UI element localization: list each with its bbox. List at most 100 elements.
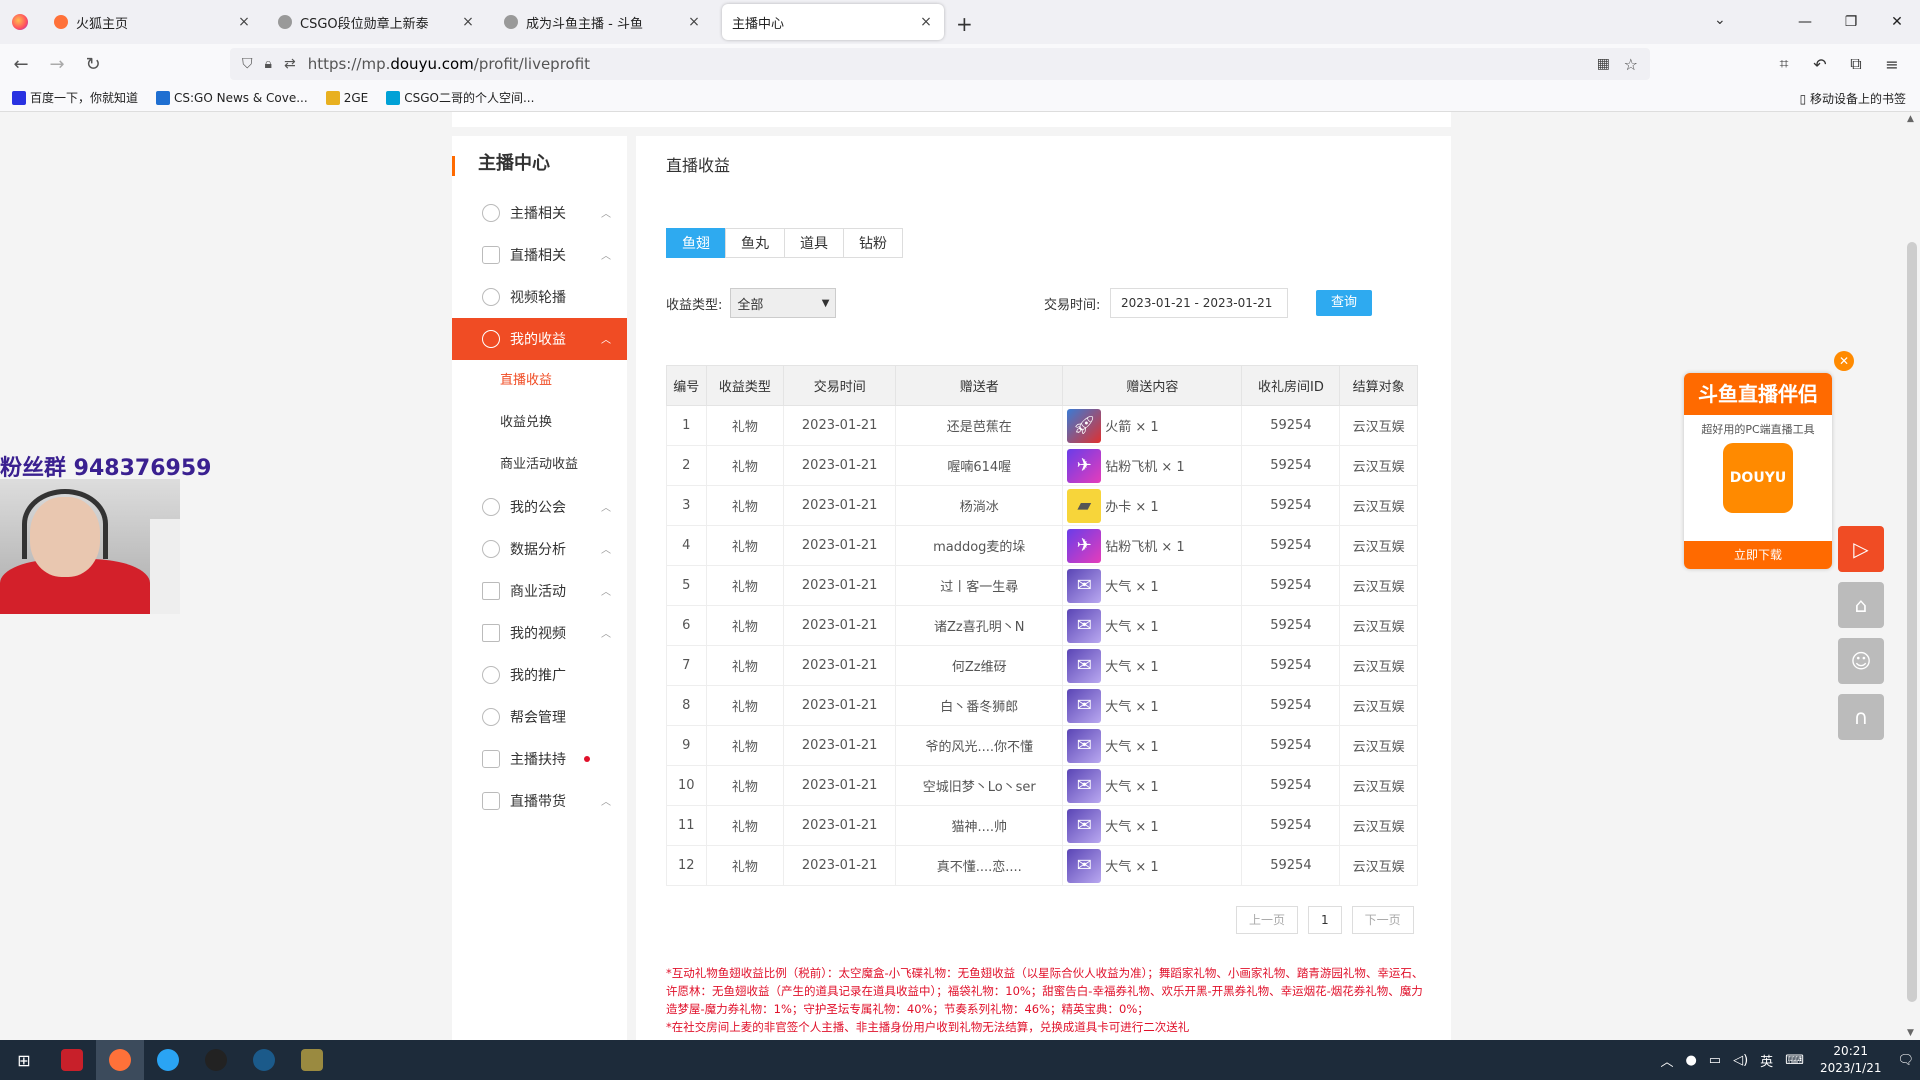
reload-icon[interactable]: ↻ xyxy=(78,54,108,75)
sidebar-item-clan[interactable]: 帮会管理 xyxy=(452,696,627,738)
notifications-icon[interactable]: 🗨︎ xyxy=(1897,1053,1914,1068)
tab-firefox-home[interactable]: 火狐主页 × xyxy=(44,4,262,40)
home-icon[interactable]: ⌂ xyxy=(1838,582,1884,628)
download-button[interactable]: 立即下载 xyxy=(1684,541,1832,569)
streaming-companion-ad[interactable]: 斗鱼直播伴侣 超好用的PC端直播工具 DOUYU 立即下载 xyxy=(1684,373,1832,569)
menu-icon[interactable]: ≡ xyxy=(1874,55,1910,74)
bilibili-icon xyxy=(386,90,401,105)
bookmark-baidu[interactable]: 百度一下，你就知道 xyxy=(12,89,138,106)
tab-yuchi[interactable]: 鱼翅 xyxy=(666,228,726,258)
scroll-thumb[interactable] xyxy=(1907,242,1917,1002)
scroll-up-icon[interactable]: ▲ xyxy=(1907,114,1914,124)
scroll-down-icon[interactable]: ▼ xyxy=(1907,1028,1914,1038)
sidebar-item-earnings[interactable]: 我的收益 ︿ xyxy=(452,318,627,360)
windows-start-icon[interactable]: ⊞ xyxy=(0,1040,48,1080)
network-icon[interactable]: ▭ xyxy=(1709,1053,1721,1068)
sidebar-item-analytics[interactable]: 数据分析 ︿ xyxy=(452,528,627,570)
tab-title: CSGO段位勋章上新泰 xyxy=(300,16,429,32)
sidebar-item-videos[interactable]: 我的视频 ︿ xyxy=(452,612,627,654)
undo-icon[interactable]: ↶ xyxy=(1802,55,1838,74)
new-tab-icon[interactable]: + xyxy=(956,12,973,36)
close-tab-icon[interactable]: × xyxy=(918,14,934,30)
robot-icon[interactable]: ☺ xyxy=(1838,638,1884,684)
mic-icon xyxy=(482,666,500,684)
date-range-input[interactable]: 2023-01-21 - 2023-01-21 xyxy=(1110,288,1288,318)
table-cell: ✉ 大气 × 1 xyxy=(1062,805,1243,846)
close-tab-icon[interactable]: × xyxy=(460,14,476,30)
headset-icon[interactable]: ∩ xyxy=(1838,694,1884,740)
tab-yuwan[interactable]: 鱼丸 xyxy=(725,228,785,258)
table-cell: ✉ 大气 × 1 xyxy=(1062,725,1243,766)
taskbar-clock[interactable]: 20:21 2023/1/21 xyxy=(1820,1043,1882,1077)
mobile-bookmarks[interactable]: ▯ 移动设备上的书签 xyxy=(1800,90,1906,107)
bookmark-2ge[interactable]: 2GE xyxy=(325,90,368,105)
permissions-icon[interactable]: ⇄ xyxy=(284,56,296,72)
forward-icon[interactable]: → xyxy=(42,54,72,75)
extensions-icon[interactable]: ⧉ xyxy=(1838,54,1874,74)
close-tab-icon[interactable]: × xyxy=(236,14,252,30)
back-icon[interactable]: ← xyxy=(6,54,36,75)
play-icon[interactable]: ▷ xyxy=(1838,526,1884,572)
firefox-taskbar-icon[interactable] xyxy=(96,1040,144,1080)
sidebar-item-promotion[interactable]: 我的推广 xyxy=(452,654,627,696)
bookmark-star-icon[interactable]: ☆ xyxy=(1624,55,1638,74)
table-cell: 2023-01-21 xyxy=(783,605,897,646)
sidebar-item-business[interactable]: 商业活动 ︿ xyxy=(452,570,627,612)
table-cell: 礼物 xyxy=(705,845,785,886)
keyboard-icon[interactable]: ⌨ xyxy=(1785,1053,1804,1068)
steam-icon[interactable] xyxy=(240,1040,288,1080)
close-tab-icon[interactable]: × xyxy=(686,14,702,30)
tab-list-chevron-icon[interactable]: ⌄ xyxy=(1714,12,1726,28)
table-cell: 白丶番冬狮郎 xyxy=(895,685,1064,726)
fan-group-overlay: 粉丝群 948376959 xyxy=(0,456,212,481)
sidebar-item-support[interactable]: 主播扶持 xyxy=(452,738,627,780)
sidebar-item-live[interactable]: 直播相关 ︿ xyxy=(452,234,627,276)
gift-name: 钻粉飞机 × 1 xyxy=(1105,460,1185,475)
tab-diamond-fans[interactable]: 钻粉 xyxy=(843,228,903,258)
volume-icon[interactable]: ◁) xyxy=(1733,1053,1748,1068)
bookmark-bilibili[interactable]: CSGO二哥的个人空间... xyxy=(386,89,534,106)
mic-tray-icon[interactable]: ● xyxy=(1685,1053,1696,1068)
gift-icon: ✈ xyxy=(1067,528,1102,563)
shield-icon[interactable]: ⛉ xyxy=(242,56,253,72)
restore-icon[interactable]: ❐ xyxy=(1828,0,1874,44)
gift-name: 钻粉飞机 × 1 xyxy=(1105,540,1185,555)
table-cell: ✉ 大气 × 1 xyxy=(1062,605,1243,646)
close-window-icon[interactable]: ✕ xyxy=(1874,0,1920,44)
tab-become-streamer[interactable]: 成为斗鱼主播 - 斗鱼 × xyxy=(494,4,712,40)
screenshot-icon[interactable]: ⌗ xyxy=(1766,54,1802,74)
lock-icon[interactable]: 🔒︎ xyxy=(265,56,272,72)
sidebar-sub-live-earnings[interactable]: 直播收益 xyxy=(452,360,627,402)
tab-csgo-news[interactable]: CSGO段位勋章上新泰 × xyxy=(268,4,486,40)
next-page-button[interactable]: 下一页 xyxy=(1351,906,1414,934)
csgo-icon[interactable] xyxy=(288,1040,336,1080)
prev-page-button[interactable]: 上一页 xyxy=(1236,906,1299,934)
window-controls: — ❐ ✕ xyxy=(1782,0,1920,44)
kook-icon[interactable] xyxy=(144,1040,192,1080)
url-text: https://mp.douyu.com/profit/liveprofit xyxy=(307,55,591,73)
address-bar[interactable]: ⛉ 🔒︎ ⇄ https://mp.douyu.com/profit/livep… xyxy=(230,48,1650,80)
sidebar-item-carousel[interactable]: 视频轮播 xyxy=(452,276,627,318)
voicemeeter-icon[interactable] xyxy=(48,1040,96,1080)
tab-streamer-center[interactable]: 主播中心 × xyxy=(722,4,944,40)
query-button[interactable]: 查询 xyxy=(1316,290,1372,316)
table-cell: ✉ 大气 × 1 xyxy=(1062,645,1243,686)
close-ad-icon[interactable]: ✕ xyxy=(1834,351,1854,371)
sidebar-item-guild[interactable]: 我的公会 ︿ xyxy=(452,486,627,528)
minimize-icon[interactable]: — xyxy=(1782,0,1828,44)
tab-props[interactable]: 道具 xyxy=(784,228,844,258)
sidebar-sub-business-earnings[interactable]: 商业活动收益 xyxy=(452,444,627,486)
page-number[interactable]: 1 xyxy=(1308,906,1342,934)
logo-icon xyxy=(325,90,340,105)
firefox-icon[interactable] xyxy=(12,14,28,30)
page-scrollbar[interactable]: ▲ ▼ xyxy=(1904,112,1920,1040)
qq-icon[interactable] xyxy=(192,1040,240,1080)
bookmark-csgo-news[interactable]: CS:GO News & Cove... xyxy=(156,90,308,105)
sidebar-item-streamer[interactable]: 主播相关 ︿ xyxy=(452,192,627,234)
tray-chevron-icon[interactable]: ︿ xyxy=(1660,1051,1673,1070)
earning-type-select[interactable]: 全部 ▼ xyxy=(730,288,837,318)
qr-code-icon[interactable]: ▦ xyxy=(1597,56,1610,72)
ime-indicator[interactable]: 英 xyxy=(1760,1051,1773,1070)
sidebar-item-commerce[interactable]: 直播带货 ︿ xyxy=(452,780,627,822)
sidebar-sub-earnings-exchange[interactable]: 收益兑换 xyxy=(452,402,627,444)
